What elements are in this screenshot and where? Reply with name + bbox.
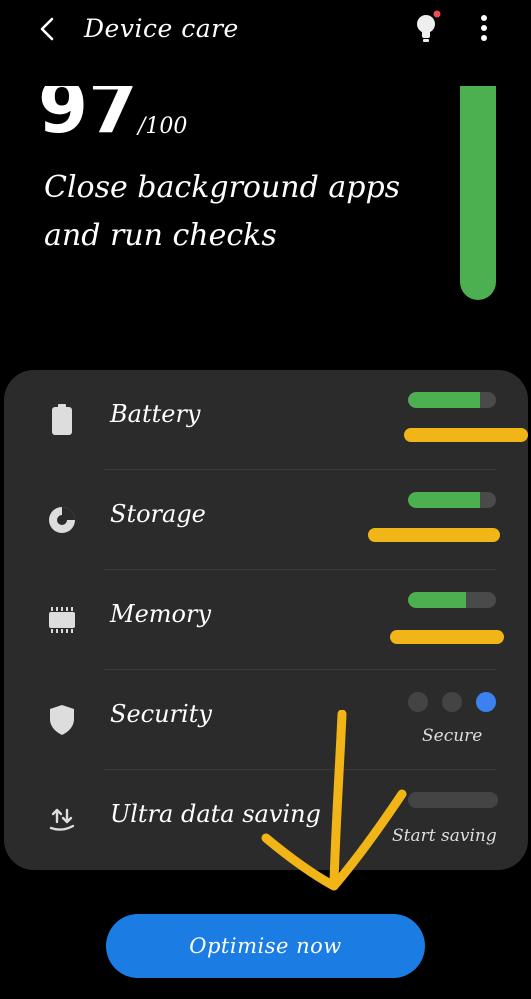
memory-row[interactable]: Memory [4, 570, 528, 670]
more-options-button[interactable] [470, 10, 498, 46]
redaction-mark [368, 528, 500, 542]
storage-label: Storage [110, 500, 206, 528]
storage-pie-icon [49, 507, 75, 533]
optimise-now-button[interactable]: Optimise now [106, 914, 425, 978]
shield-icon [50, 705, 74, 735]
battery-bar [408, 392, 496, 408]
battery-label: Battery [110, 400, 201, 428]
security-row[interactable]: Security Secure [4, 670, 528, 770]
lightbulb-icon [417, 10, 441, 42]
back-arrow-icon [40, 17, 54, 41]
redaction-mark [390, 630, 504, 644]
ultra-data-saving-row[interactable]: Ultra data saving Start saving [4, 770, 528, 870]
memory-label: Memory [110, 600, 212, 628]
more-vert-icon [481, 15, 487, 41]
score-gauge [460, 86, 496, 300]
app-header: Device care [0, 0, 531, 60]
back-button[interactable] [30, 12, 64, 46]
battery-row[interactable]: Battery [4, 370, 528, 470]
ultra-data-saving-label: Ultra data saving [110, 800, 321, 828]
battery-icon [52, 404, 72, 435]
score-max: /100 [138, 114, 188, 139]
data-saving-bar [408, 792, 498, 808]
care-items-card: Battery Storage Memory Security Secure U… [4, 370, 528, 870]
status-headline: Close background apps and run checks [44, 170, 401, 253]
data-saving-icon [49, 808, 75, 831]
page-title: Device care [84, 14, 239, 43]
memory-bar [408, 592, 496, 608]
redaction-mark [404, 428, 528, 442]
memory-chip-icon [49, 607, 75, 633]
security-label: Security [110, 700, 212, 728]
security-status: Secure [422, 726, 483, 746]
storage-row[interactable]: Storage [4, 470, 528, 570]
tips-button[interactable] [410, 10, 446, 46]
storage-bar [408, 492, 496, 508]
score-value: 97 [38, 65, 139, 149]
data-saving-status: Start saving [392, 826, 497, 846]
security-status-dots [408, 692, 498, 712]
